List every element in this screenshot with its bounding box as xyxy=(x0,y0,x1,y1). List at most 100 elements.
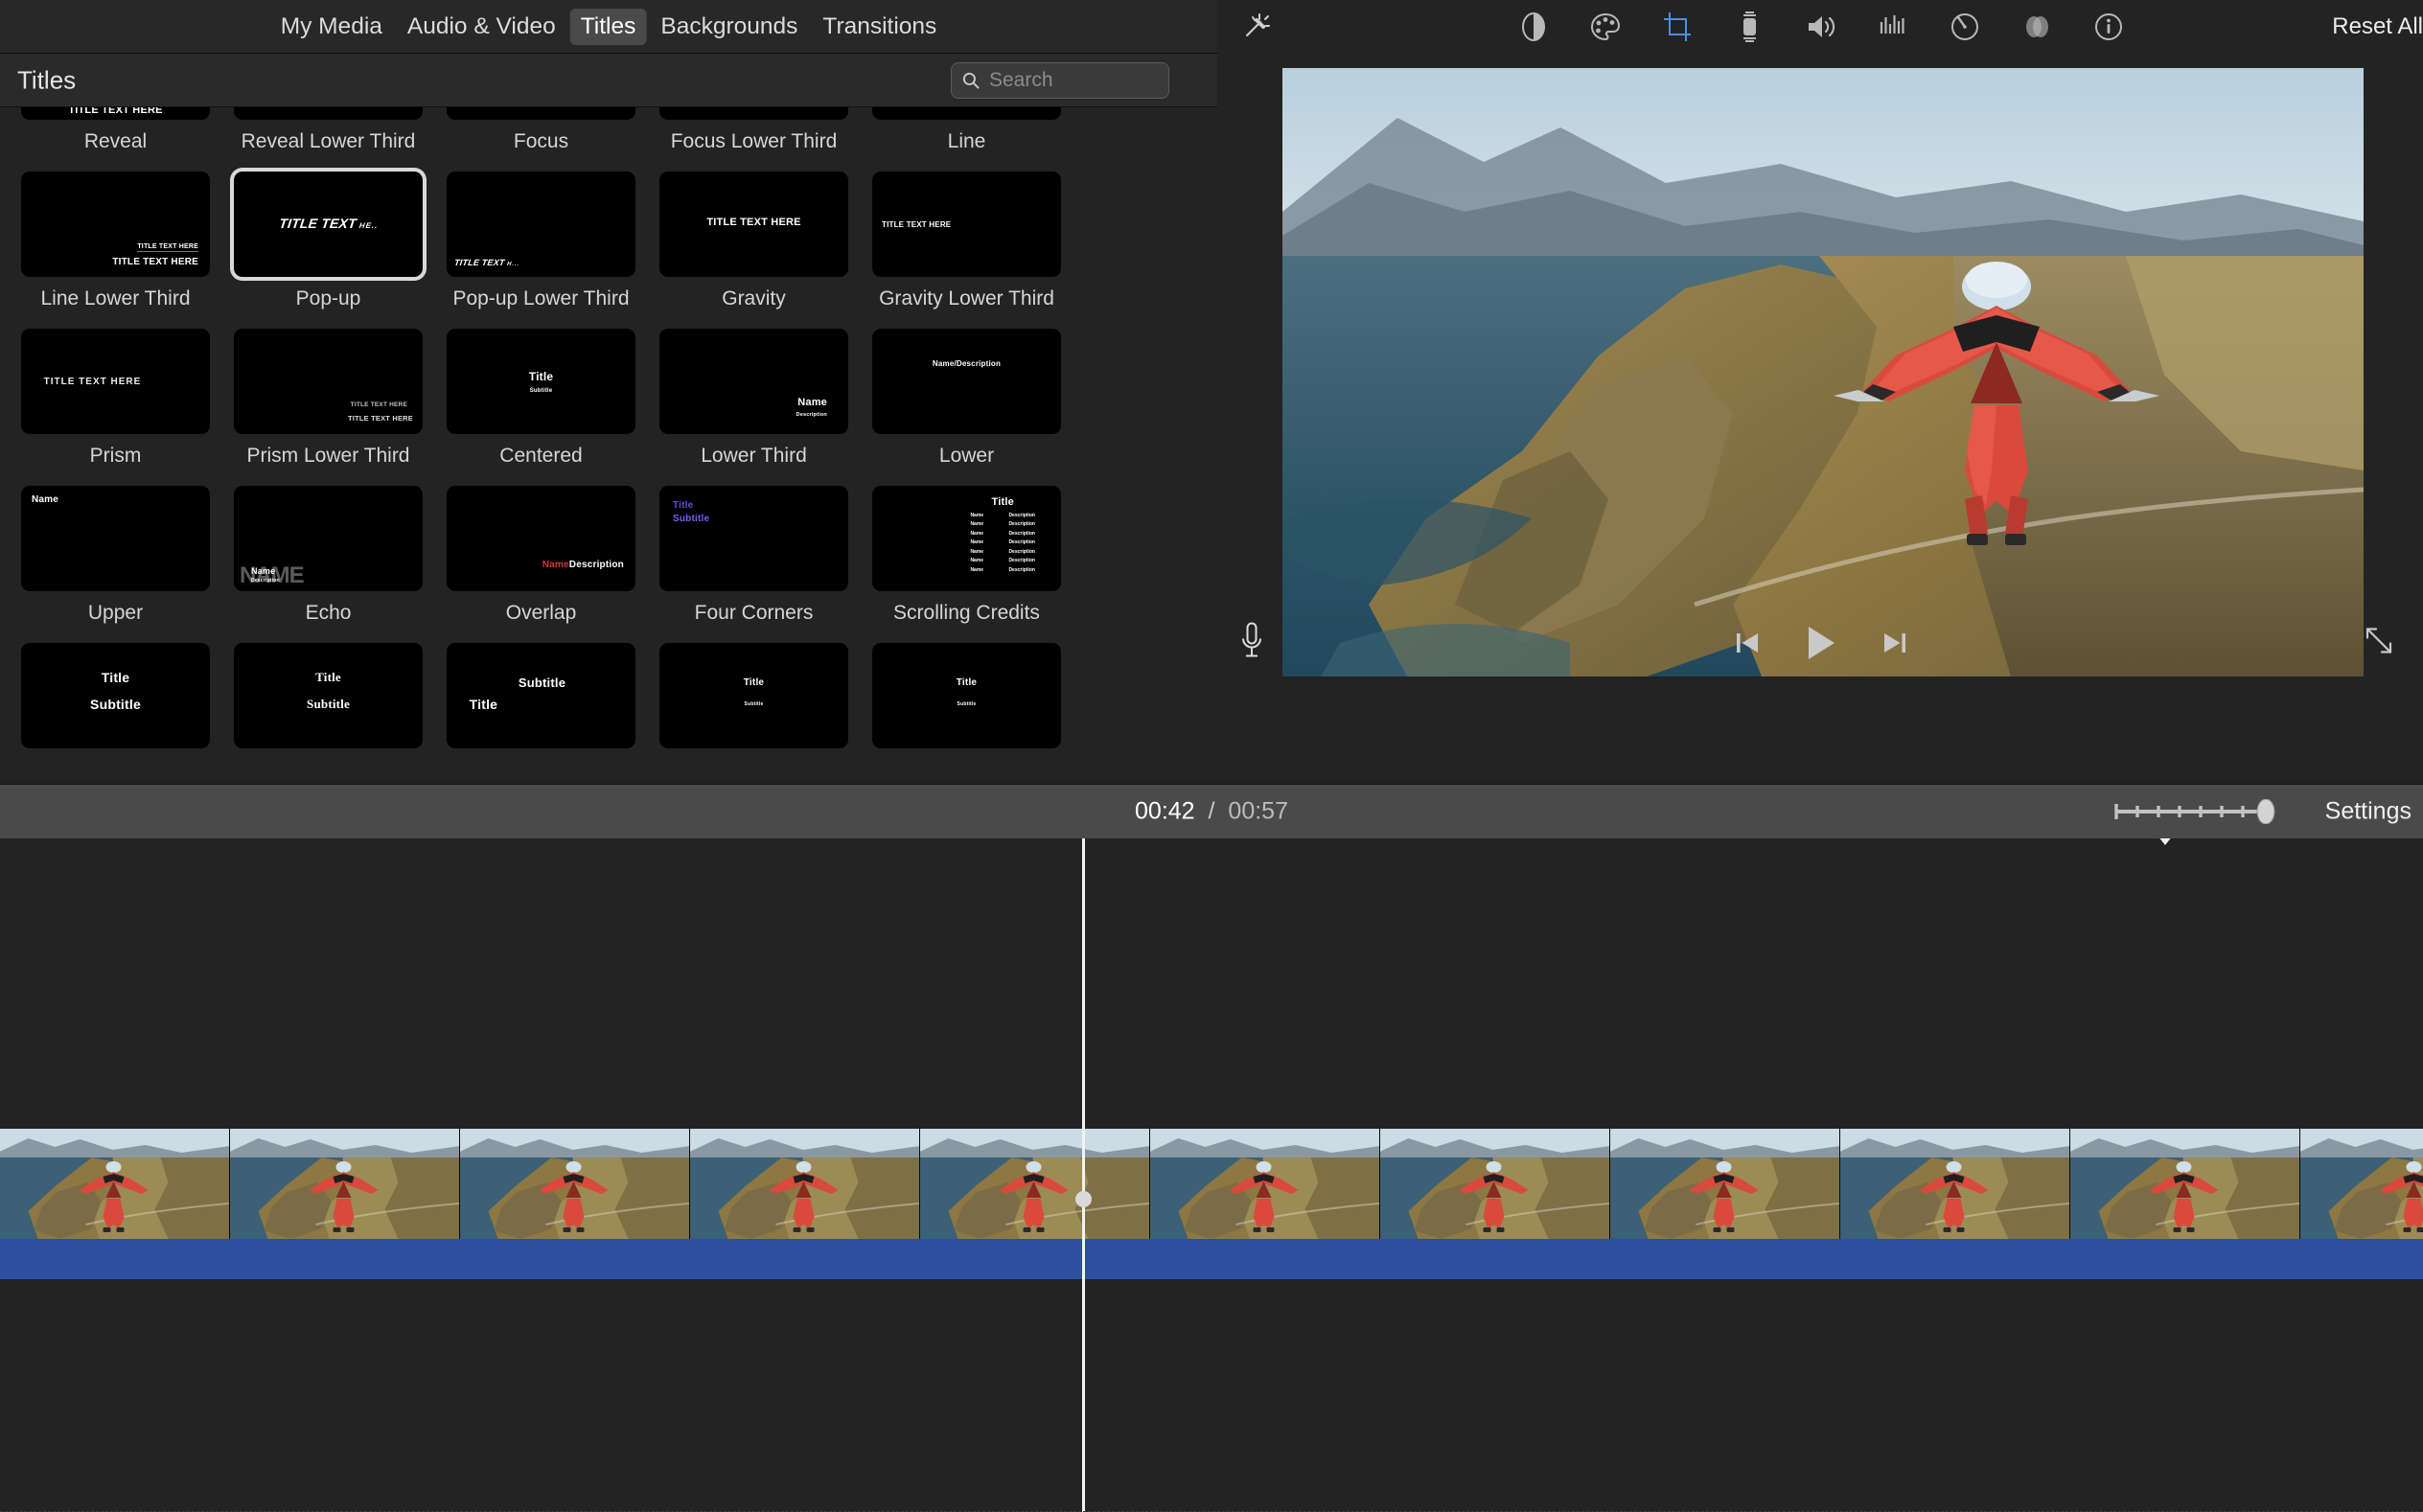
title-thumbnail[interactable]: Title Subtitle xyxy=(447,643,635,748)
title-thumbnail[interactable]: TITLE TEXT HERE xyxy=(872,172,1061,277)
title-thumbnail[interactable]: Name xyxy=(21,486,210,591)
stabilization-camera-icon[interactable] xyxy=(1732,10,1766,44)
title-item-line[interactable]: TITLE TEXT HERE Line xyxy=(872,107,1061,154)
speed-gauge-icon[interactable] xyxy=(1948,10,1982,44)
timeline-area[interactable] xyxy=(0,838,2423,1512)
title-item-overlap[interactable]: NameDescription Overlap xyxy=(447,486,635,626)
playback-controls xyxy=(1218,609,2423,676)
title-thumbnail[interactable]: NameDescription xyxy=(447,486,635,591)
crop-icon[interactable] xyxy=(1660,10,1695,44)
tab-titles[interactable]: Titles xyxy=(569,8,647,45)
reset-all-button[interactable]: Reset All xyxy=(2332,13,2423,40)
settings-button[interactable]: Settings xyxy=(2325,798,2411,826)
title-thumbnail[interactable]: Title Subtitle xyxy=(21,643,210,748)
title-item-upper[interactable]: Name Upper xyxy=(21,486,210,626)
tab-transitions[interactable]: Transitions xyxy=(812,9,947,45)
title-thumbnail[interactable]: TITLE TEXT H... xyxy=(447,172,635,277)
title-item-label: Lower xyxy=(938,445,995,467)
title-thumbnail[interactable]: Title Name Description Name Description Name D… xyxy=(872,486,1061,591)
title-item-prism-lower-third[interactable]: TITLE TEXT HERE TITLE TEXT HERE Prism Low… xyxy=(234,329,423,469)
noise-reduction-equalizer-icon[interactable] xyxy=(1876,10,1910,44)
skip-to-end-icon[interactable] xyxy=(1881,629,1909,657)
video-clip-strip[interactable] xyxy=(0,1129,2423,1239)
title-item-reveal-lower-third[interactable]: TITLE TEXT HERE Reveal Lower Third xyxy=(234,107,423,154)
title-item-centered[interactable]: Title Subtitle Centered xyxy=(447,329,635,469)
title-thumbnail[interactable]: TITLE TEXT HERE xyxy=(872,107,1061,120)
title-thumbnail[interactable]: Title Subtitle xyxy=(659,486,848,591)
title-thumbnail[interactable]: TITLE TEXT HERE xyxy=(659,172,848,277)
title-thumbnail[interactable]: NAME Name Description xyxy=(234,486,423,591)
title-item-reveal[interactable]: TITLE TEXT HERE TITLE TEXT HERE Reveal xyxy=(21,107,210,154)
title-item-pop-up-lower-third[interactable]: TITLE TEXT H... Pop-up Lower Third xyxy=(447,172,635,311)
timeline-frame[interactable] xyxy=(690,1129,920,1239)
title-item-four-corners[interactable]: Title Subtitle Four Corners xyxy=(659,486,848,626)
title-thumbnail[interactable]: Name Description xyxy=(659,329,848,434)
title-item-focus-lower-third[interactable]: TITLE TEXT HERE Focus Lower Third xyxy=(659,107,848,154)
timeline-frame[interactable] xyxy=(2300,1129,2423,1239)
title-item-label: Gravity Lower Third xyxy=(879,287,1054,309)
title-item-lower-third[interactable]: Name Description Lower Third xyxy=(659,329,848,469)
title-item[interactable]: Title Subtitle xyxy=(659,643,848,783)
title-item-gravity[interactable]: TITLE TEXT HERE Gravity xyxy=(659,172,848,311)
title-item-line-lower-third[interactable]: TITLE TEXT HERE TITLE TEXT HERE Line Lowe… xyxy=(21,172,210,311)
audio-track[interactable] xyxy=(0,1239,2423,1279)
title-item-focus[interactable]: TITLE TEXT HERE Focus xyxy=(447,107,635,154)
title-thumbnail[interactable]: TITLE TEXT HERE xyxy=(659,107,848,120)
title-item[interactable]: Title Subtitle xyxy=(447,643,635,783)
title-item-prism[interactable]: TITLE TEXT HERE Prism xyxy=(21,329,210,469)
search-box[interactable] xyxy=(951,61,1217,99)
title-item-label: Focus xyxy=(513,130,569,152)
title-item-gravity-lower-third[interactable]: TITLE TEXT HERE Gravity Lower Third xyxy=(872,172,1061,311)
info-icon[interactable] xyxy=(2091,10,2126,44)
play-icon[interactable] xyxy=(1804,624,1838,662)
timeline-frame[interactable] xyxy=(1840,1129,2070,1239)
title-thumbnail[interactable]: TITLE TEXT HE.. xyxy=(234,172,423,277)
volume-speaker-icon[interactable] xyxy=(1804,10,1838,44)
tab-my-media[interactable]: My Media xyxy=(270,9,393,45)
title-thumbnail[interactable]: TITLE TEXT HERE TITLE TEXT HERE xyxy=(234,329,423,434)
title-item-label: Gravity xyxy=(722,287,786,309)
skip-to-start-icon[interactable] xyxy=(1733,629,1762,657)
title-thumbnail[interactable]: TITLE TEXT HERE TITLE TEXT HERE xyxy=(21,107,210,120)
title-item-lower[interactable]: Name/Description Lower xyxy=(872,329,1061,469)
title-thumbnail[interactable]: TITLE TEXT HERE xyxy=(447,107,635,120)
timeline-frame[interactable] xyxy=(920,1129,1150,1239)
title-thumbnail[interactable]: TITLE TEXT HERE TITLE TEXT HERE xyxy=(21,172,210,277)
timeline-frame[interactable] xyxy=(230,1129,460,1239)
color-correction-palette-icon[interactable] xyxy=(1588,10,1623,44)
title-thumbnail[interactable]: Title Subtitle xyxy=(234,643,423,748)
timeline-frame[interactable] xyxy=(1610,1129,1840,1239)
title-item-scrolling-credits[interactable]: Title Name Description Name Description Name D… xyxy=(872,486,1061,626)
timeline-frame[interactable] xyxy=(1380,1129,1610,1239)
fullscreen-icon[interactable] xyxy=(2364,626,2394,661)
timeline-frame[interactable] xyxy=(0,1129,230,1239)
title-thumbnail[interactable]: Title Subtitle xyxy=(872,643,1061,748)
title-item-echo[interactable]: NAME Name Description Echo xyxy=(234,486,423,626)
title-item-pop-up[interactable]: TITLE TEXT HE.. Pop-up xyxy=(234,172,423,311)
tab-audio-video[interactable]: Audio & Video xyxy=(397,9,566,45)
title-thumbnail[interactable]: TITLE TEXT HERE xyxy=(234,107,423,120)
playhead[interactable] xyxy=(1082,838,2177,1512)
title-item[interactable]: Title Subtitle xyxy=(234,643,423,783)
adjustment-icon-row xyxy=(1516,10,2126,44)
magic-wand-icon[interactable] xyxy=(1239,11,1272,43)
color-balance-icon[interactable] xyxy=(1516,10,1551,44)
title-item-label: Reveal Lower Third xyxy=(241,130,416,152)
video-preview[interactable] xyxy=(1282,68,2364,676)
tab-backgrounds[interactable]: Backgrounds xyxy=(650,9,808,45)
timeline-frame[interactable] xyxy=(1150,1129,1380,1239)
search-input[interactable] xyxy=(989,68,1217,92)
title-thumbnail[interactable]: Name/Description xyxy=(872,329,1061,434)
title-thumbnail[interactable]: Title Subtitle xyxy=(447,329,635,434)
microphone-icon[interactable] xyxy=(1237,621,1266,666)
playhead-knob[interactable] xyxy=(1075,1191,1092,1207)
titles-grid-scroll[interactable]: TITLE TEXT HERE TITLE TEXT HERERevealTIT… xyxy=(0,107,1217,784)
clip-filter-overlap-icon[interactable] xyxy=(2019,10,2054,44)
title-thumbnail[interactable]: TITLE TEXT HERE xyxy=(21,329,210,434)
timeline-zoom-slider[interactable] xyxy=(2111,798,2289,825)
title-item[interactable]: Title Subtitle xyxy=(872,643,1061,783)
title-item[interactable]: Title Subtitle xyxy=(21,643,210,783)
timeline-frame[interactable] xyxy=(2070,1129,2300,1239)
timeline-frame[interactable] xyxy=(460,1129,690,1239)
title-thumbnail[interactable]: Title Subtitle xyxy=(659,643,848,748)
